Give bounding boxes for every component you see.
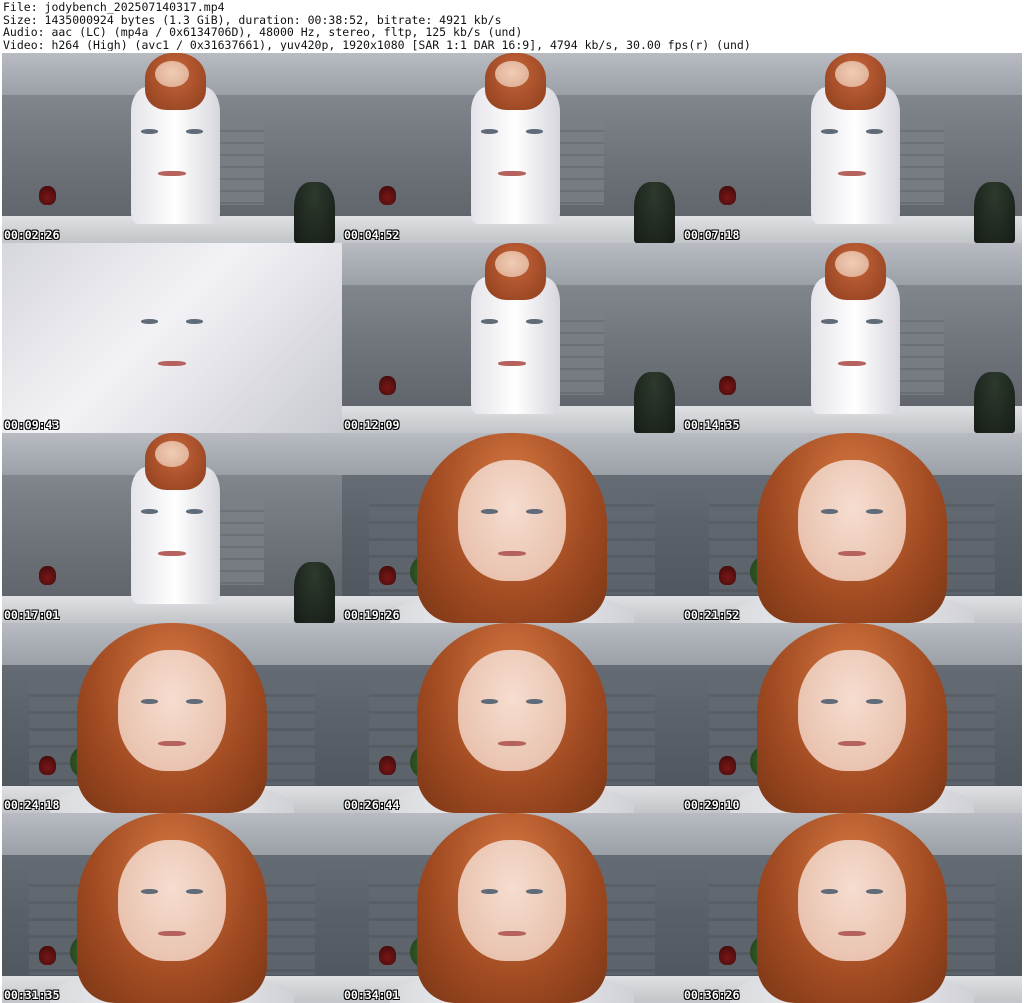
audio-info-line: Audio: aac (LC) (mp4a / 0x6134706D), 480… xyxy=(3,26,523,39)
frame-timestamp: 00:14:35 xyxy=(684,418,740,432)
frame-image xyxy=(342,623,682,813)
frame-image xyxy=(342,243,682,433)
thumbnail-frame: 00:07:18 xyxy=(682,53,1022,243)
frame-timestamp: 00:24:18 xyxy=(4,798,60,812)
thumbnail-frame: 00:14:35 xyxy=(682,243,1022,433)
frame-image xyxy=(682,53,1022,243)
frame-timestamp: 00:21:52 xyxy=(684,608,740,622)
frame-image xyxy=(682,243,1022,433)
frame-timestamp: 00:36:26 xyxy=(684,988,740,1002)
thumbnail-frame: 00:17:01 xyxy=(2,433,342,623)
thumbnail-frame: 00:26:44 xyxy=(342,623,682,813)
file-name-line: File: jodybench_202507140317.mp4 xyxy=(3,1,225,14)
frame-image xyxy=(342,433,682,623)
frame-timestamp: 00:04:52 xyxy=(344,228,400,242)
frame-image xyxy=(682,813,1022,1003)
thumbnail-frame: 00:21:52 xyxy=(682,433,1022,623)
frame-image xyxy=(2,433,342,623)
frame-timestamp: 00:17:01 xyxy=(4,608,60,622)
thumbnail-frame: 00:31:35 xyxy=(2,813,342,1003)
frame-timestamp: 00:07:18 xyxy=(684,228,740,242)
file-info-header: File: jodybench_202507140317.mp4 Size: 1… xyxy=(3,1,1021,53)
frame-timestamp: 00:02:26 xyxy=(4,228,60,242)
frame-image xyxy=(682,623,1022,813)
frame-image xyxy=(342,53,682,243)
frame-image xyxy=(2,243,342,433)
frame-timestamp: 00:09:43 xyxy=(4,418,60,432)
video-info-line: Video: h264 (High) (avc1 / 0x31637661), … xyxy=(3,38,751,52)
frame-timestamp: 00:34:01 xyxy=(344,988,400,1002)
frame-timestamp: 00:19:26 xyxy=(344,608,400,622)
thumbnail-grid: 00:02:26 00:04:52 00:07:18 00:09:43 00:1… xyxy=(2,53,1022,1003)
frame-timestamp: 00:26:44 xyxy=(344,798,400,812)
frame-timestamp: 00:29:10 xyxy=(684,798,740,812)
frame-image xyxy=(2,813,342,1003)
thumbnail-frame: 00:04:52 xyxy=(342,53,682,243)
thumbnail-frame: 00:19:26 xyxy=(342,433,682,623)
thumbnail-frame: 00:34:01 xyxy=(342,813,682,1003)
thumbnail-frame: 00:24:18 xyxy=(2,623,342,813)
frame-image xyxy=(682,433,1022,623)
frame-timestamp: 00:31:35 xyxy=(4,988,60,1002)
thumbnail-frame: 00:29:10 xyxy=(682,623,1022,813)
frame-timestamp: 00:12:09 xyxy=(344,418,400,432)
frame-image xyxy=(2,53,342,243)
file-size-line: Size: 1435000924 bytes (1.3 GiB), durati… xyxy=(3,13,502,27)
thumbnail-frame: 00:12:09 xyxy=(342,243,682,433)
frame-image xyxy=(342,813,682,1003)
frame-image xyxy=(2,623,342,813)
thumbnail-frame: 00:09:43 xyxy=(2,243,342,433)
thumbnail-frame: 00:36:26 xyxy=(682,813,1022,1003)
thumbnail-frame: 00:02:26 xyxy=(2,53,342,243)
